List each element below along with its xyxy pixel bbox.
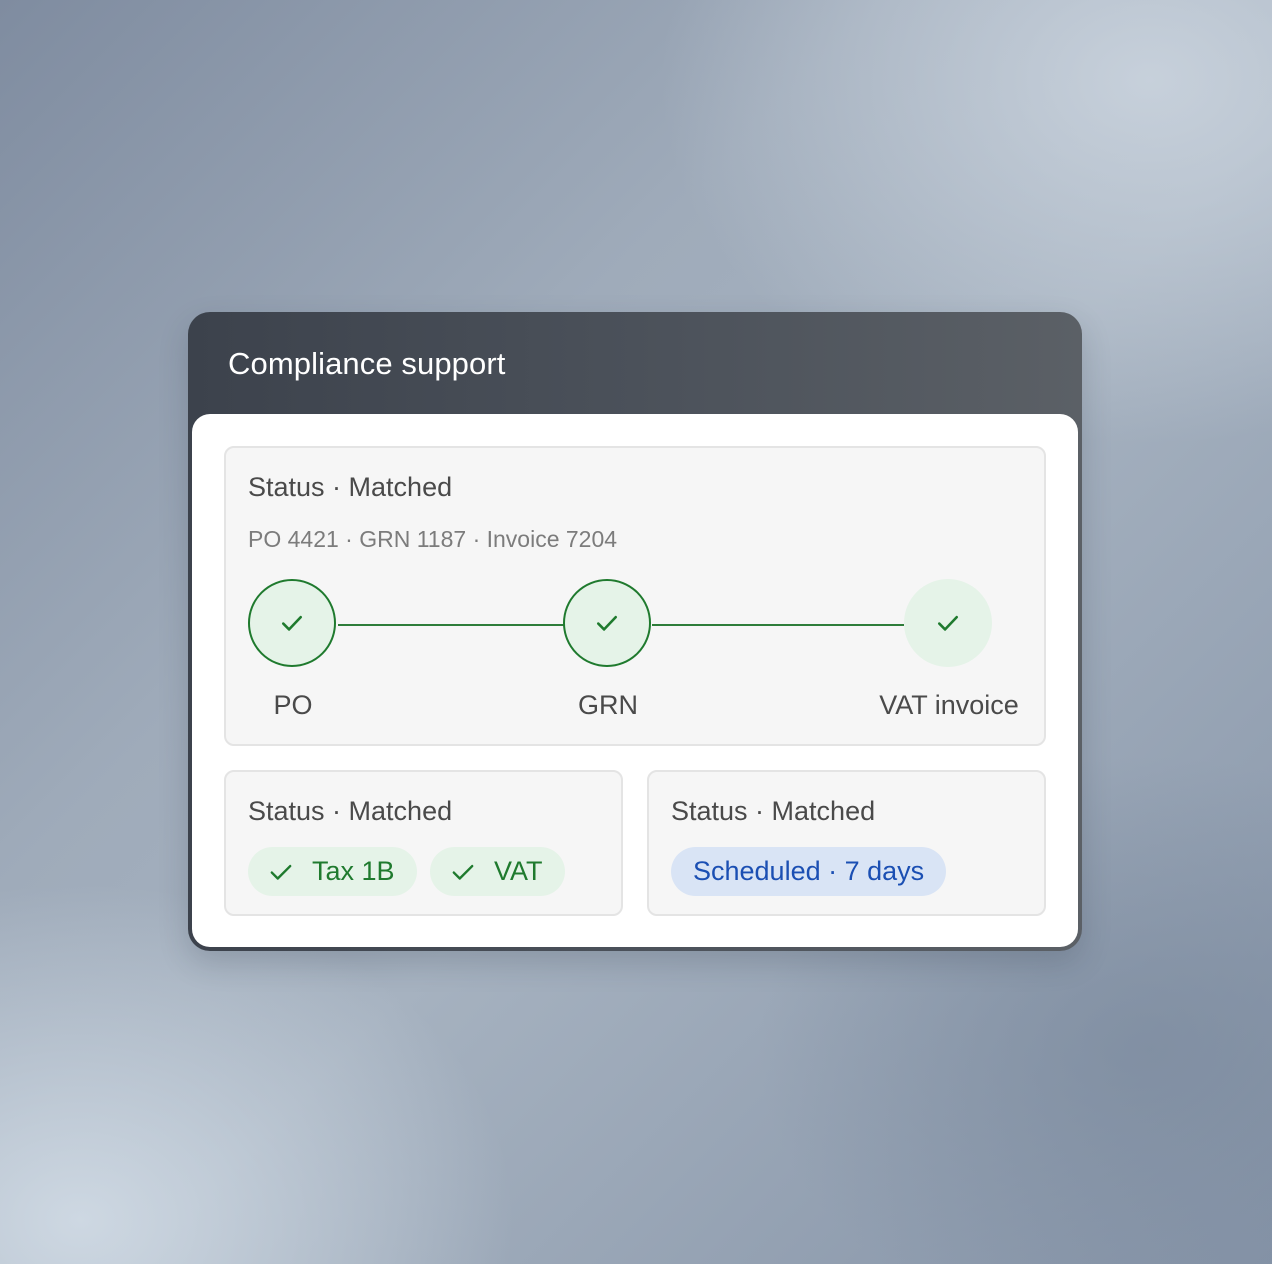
step-connector-grn-invoice [652, 624, 904, 626]
tax-status-text: Status · Matched [248, 796, 453, 826]
step-connector-po-grn [338, 624, 564, 626]
check-icon [596, 615, 618, 631]
vat-chip: VAT [430, 847, 565, 896]
step-label-vat-invoice: VAT invoice [879, 690, 1019, 720]
tax-1b-chip: Tax 1B [248, 847, 417, 896]
tax-1b-chip-label: Tax 1B [312, 856, 395, 886]
step-po [248, 579, 336, 667]
payment-status-text: Status · Matched [671, 796, 876, 826]
match-status-card: Status · Matched PO 4421 · GRN 1187 · In… [224, 446, 1046, 746]
match-status-text: Status · Matched [248, 472, 453, 502]
vat-chip-label: VAT [494, 856, 543, 886]
document-references: PO 4421 · GRN 1187 · Invoice 7204 [248, 526, 618, 552]
tax-status-card: Status · Matched Tax 1B VAT [224, 770, 623, 916]
check-icon [268, 859, 294, 885]
step-grn [563, 579, 651, 667]
panel-body: Status · Matched PO 4421 · GRN 1187 · In… [192, 414, 1078, 947]
panel-title: Compliance support [228, 346, 506, 381]
scheduled-chip: Scheduled · 7 days [671, 847, 947, 896]
step-label-grn: GRN [578, 690, 638, 720]
step-vat-invoice [904, 579, 992, 667]
step-label-po: PO [273, 690, 313, 720]
check-icon [281, 615, 303, 631]
check-icon [937, 615, 959, 631]
payment-status-card: Status · Matched Scheduled · 7 days [647, 770, 1046, 916]
check-icon [450, 859, 476, 885]
compliance-panel: Compliance support Status · Matched PO 4… [188, 312, 1082, 951]
